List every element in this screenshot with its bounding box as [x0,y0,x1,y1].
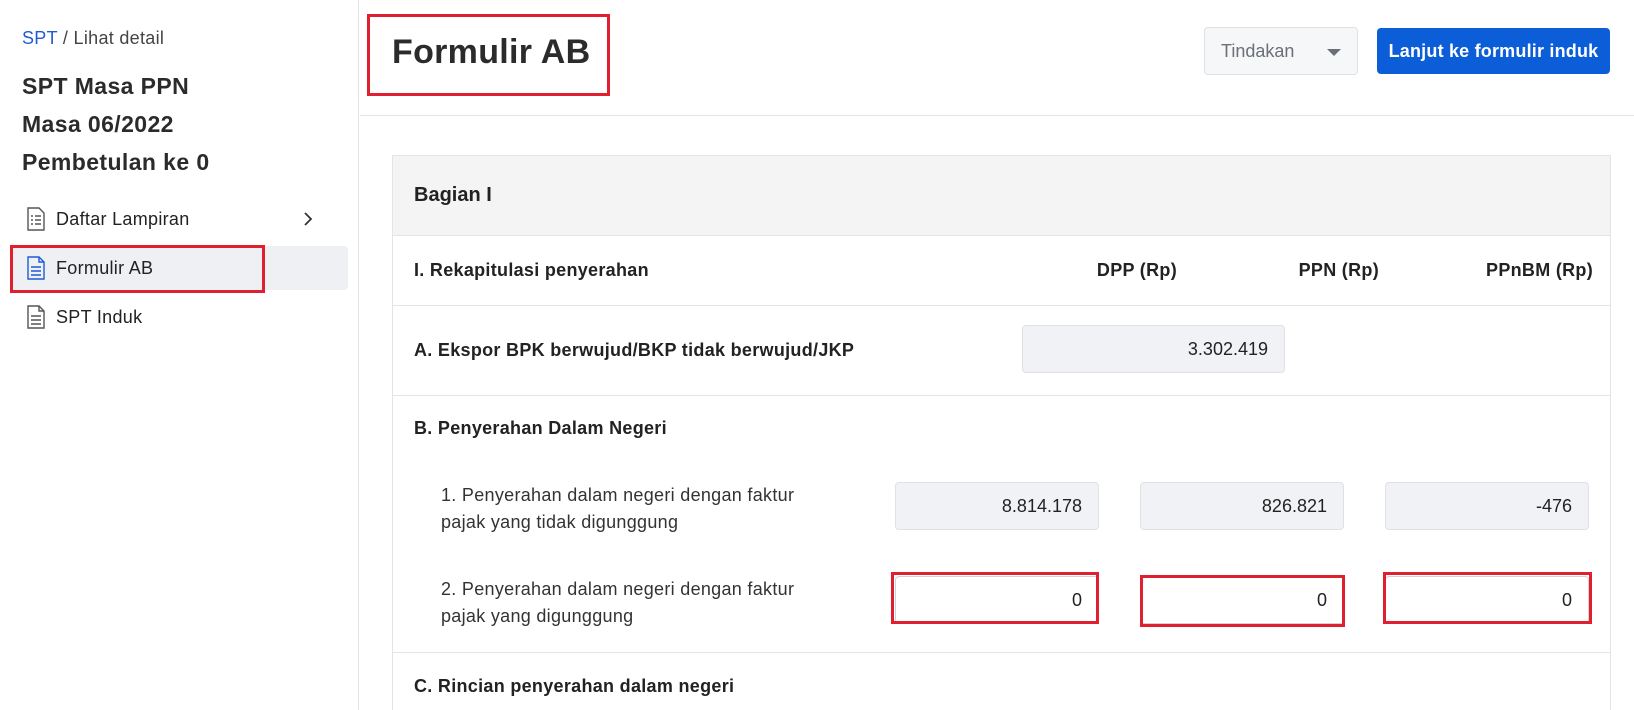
row-b1-dpp-field: 8.814.178 [895,482,1099,530]
highlight-box-title [367,14,610,96]
card-title: Bagian I [414,184,492,206]
row-b2-label-line2: pajak yang digunggung [441,606,634,626]
row-c-label: C. Rincian penyerahan dalam negeri [414,676,735,696]
list-document-icon [27,207,45,231]
row-a-label: A. Ekspor BPK berwujud/BKP tidak berwuju… [414,340,855,360]
caret-down-icon [1327,49,1341,56]
sidebar-title: SPT Masa PPN Masa 06/2022 Pembetulan ke … [22,67,210,181]
row-b1-ppnbm-field: -476 [1385,482,1589,530]
highlight-box-nav [10,245,265,293]
column-header-dpp: DPP (Rp) [1096,260,1177,280]
sidebar-title-line1: SPT Masa PPN [22,73,190,99]
sidebar-item-daftar-lampiran[interactable]: Daftar Lampiran [10,197,348,241]
card-header: Bagian I [393,156,1610,236]
sidebar-item-spt-induk[interactable]: SPT Induk [10,295,348,339]
row-b-label: B. Penyerahan Dalam Negeri [414,418,667,438]
highlight-box-ppn [1140,575,1345,627]
tindakan-select[interactable]: Tindakan [1204,27,1358,75]
row-b1-label-line1: 1. Penyerahan dalam negeri dengan faktur [441,485,795,505]
sidebar-title-line3: Pembetulan ke 0 [22,149,210,175]
recap-label: I. Rekapitulasi penyerahan [414,260,649,280]
row-b1-label: 1. Penyerahan dalam negeri dengan faktur… [441,482,861,536]
breadcrumb-current: Lihat detail [73,28,165,48]
sidebar-item-label: SPT Induk [56,306,143,327]
lanjut-formulir-induk-button[interactable]: Lanjut ke formulir induk [1377,28,1610,74]
breadcrumb-separator: / [62,28,69,48]
sidebar-item-label: Daftar Lampiran [56,208,190,229]
divider [393,395,1610,396]
highlight-box-dpp [891,572,1099,624]
column-header-ppn: PPN (Rp) [1298,260,1379,280]
breadcrumb: SPT / Lihat detail [22,28,164,49]
sidebar-title-line2: Masa 06/2022 [22,111,174,137]
sidebar: SPT / Lihat detail SPT Masa PPN Masa 06/… [0,0,359,710]
chevron-right-icon[interactable] [298,209,318,229]
highlight-box-ppnbm [1383,572,1592,624]
row-a-dpp-field: 3.302.419 [1022,325,1285,373]
row-b1-ppn-field: 826.821 [1140,482,1344,530]
column-header-ppnbm: PPnBM (Rp) [1486,260,1593,280]
breadcrumb-link-spt[interactable]: SPT [22,28,58,48]
bagian-card: Bagian I I. Rekapitulasi penyerahan DPP … [392,155,1611,710]
tindakan-select-value: Tindakan [1221,40,1295,61]
row-b1-label-line2: pajak yang tidak digunggung [441,512,679,532]
divider [393,652,1610,653]
row-b2-label: 2. Penyerahan dalam negeri dengan faktur… [441,576,861,630]
row-b2-label-line1: 2. Penyerahan dalam negeri dengan faktur [441,579,795,599]
divider [393,305,1610,306]
document-icon [27,305,45,329]
